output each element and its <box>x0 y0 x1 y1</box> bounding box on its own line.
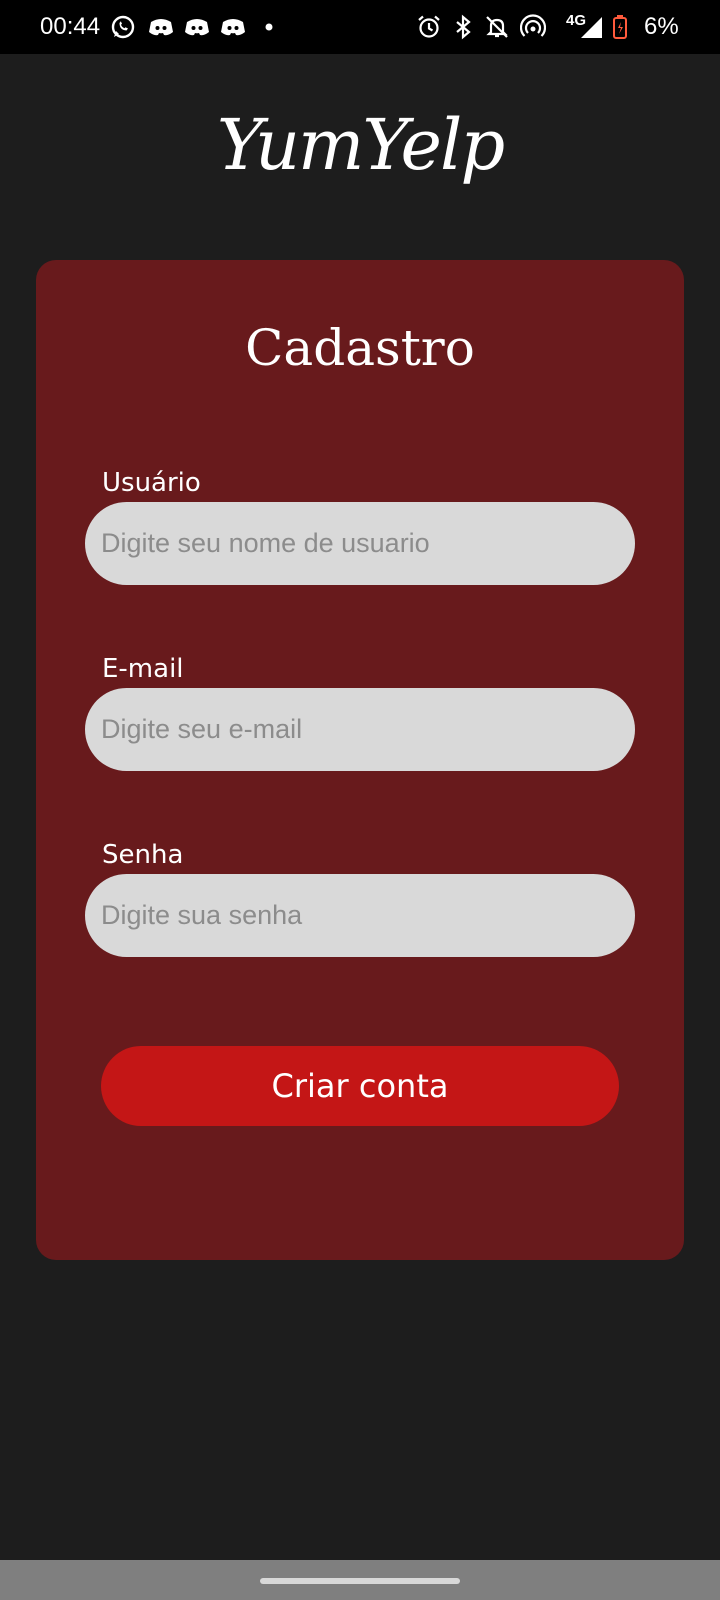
page-title: Cadastro <box>245 319 475 377</box>
home-gesture-handle[interactable] <box>260 1578 460 1584</box>
dot-icon <box>256 14 282 40</box>
password-label: Senha <box>102 840 184 870</box>
create-account-button[interactable]: Criar conta <box>101 1046 619 1126</box>
bluetooth-icon <box>450 14 476 40</box>
status-bar: 00:44 4G 6% <box>0 0 720 54</box>
discord-icon <box>220 14 246 40</box>
discord-icon <box>184 14 210 40</box>
email-label: E-mail <box>102 654 184 684</box>
username-input[interactable] <box>85 502 635 585</box>
status-time: 00:44 <box>40 13 101 40</box>
signup-card: Cadastro Usuário E-mail Senha Criar cont… <box>36 260 684 1260</box>
username-label: Usuário <box>102 468 201 498</box>
email-input[interactable] <box>85 688 635 771</box>
battery-level: 6% <box>644 13 679 40</box>
battery-icon <box>612 14 628 40</box>
signal-icon <box>578 14 604 40</box>
app-logo: YumYelp <box>216 104 505 186</box>
notifications-off-icon <box>484 14 510 40</box>
hotspot-icon <box>520 14 546 40</box>
whatsapp-icon <box>110 14 136 40</box>
discord-icon <box>148 14 174 40</box>
password-input[interactable] <box>85 874 635 957</box>
alarm-icon <box>416 14 442 40</box>
navigation-bar <box>0 1560 720 1600</box>
